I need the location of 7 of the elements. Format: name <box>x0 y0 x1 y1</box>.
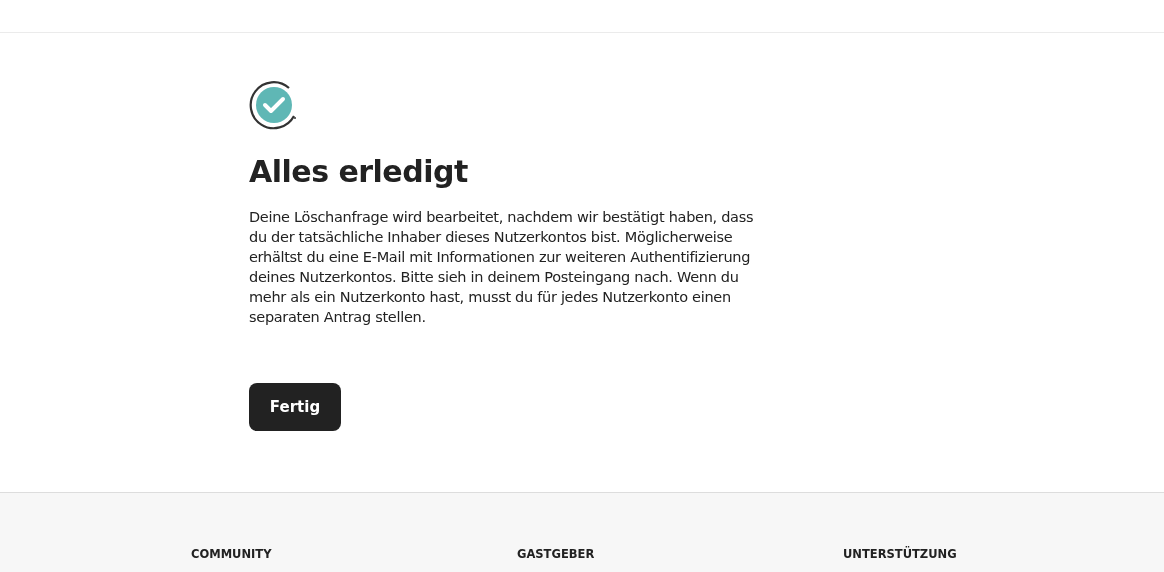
footer-heading: GASTGEBER <box>517 547 595 561</box>
footer-heading: COMMUNITY <box>191 547 272 561</box>
page-title: Alles erledigt <box>249 154 469 189</box>
footer-heading: UNTERSTÜTZUNG <box>843 547 957 561</box>
success-check-icon <box>249 80 299 130</box>
message-text: Deine Löschanfrage wird bearbeitet, nachdem wir bestätigt haben, dass du der tatsächliche Inhaber dieses Nutzerkontos bist. Möglicherweise erhältst du eine E-Mail mit Informationen zur weiteren Authentifizierung deines Nutzerkontos. Bitte sieh in deinem Posteingang nach. Wenn du mehr als ein Nutzerkonto hast, musst du für jedes Nutzerkonto einen separaten Antrag stellen. <box>249 208 755 327</box>
done-button[interactable]: Fertig <box>249 383 341 431</box>
